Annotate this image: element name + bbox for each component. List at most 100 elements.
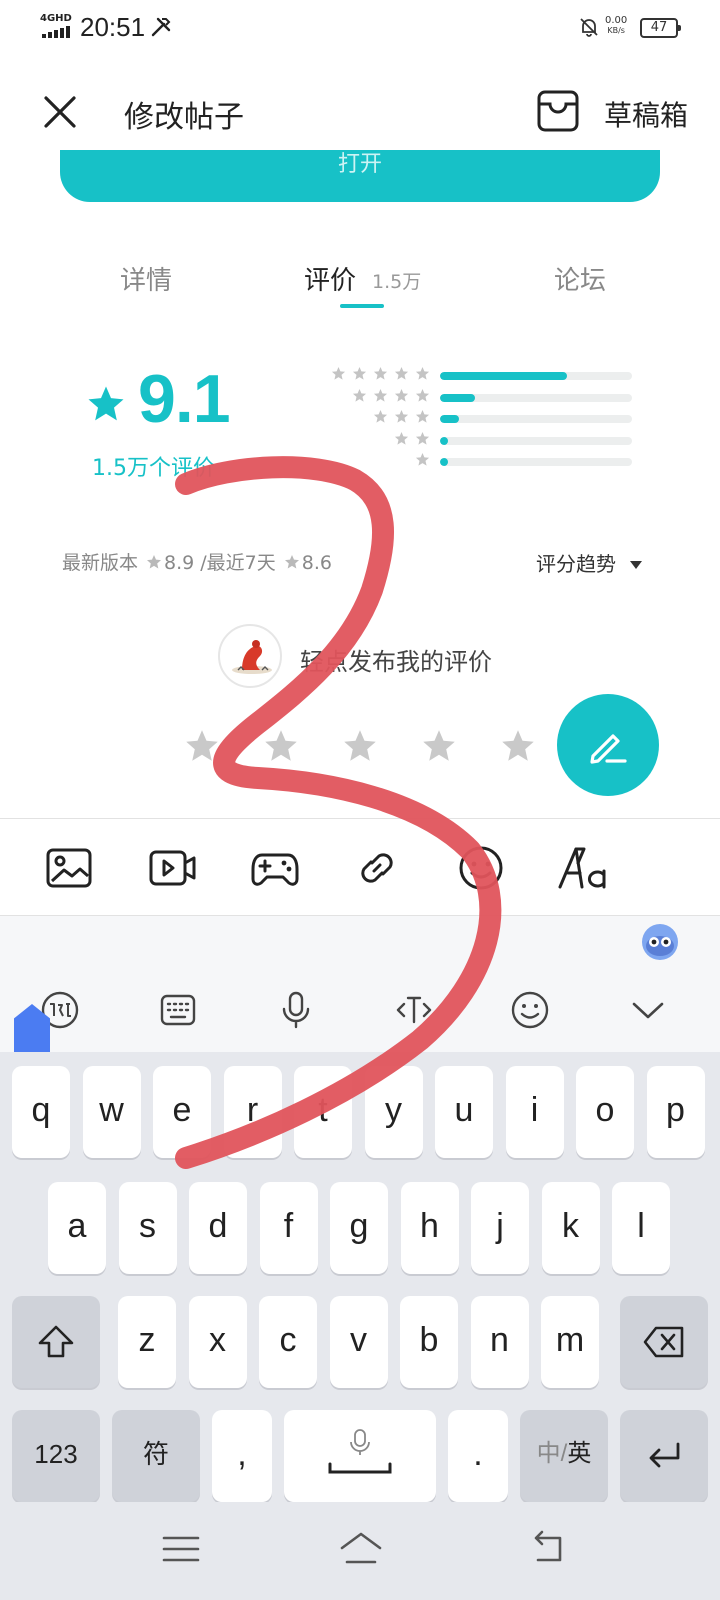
comma-key[interactable]: , — [212, 1410, 272, 1502]
space-key[interactable] — [284, 1410, 436, 1502]
keyboard-icon[interactable] — [158, 990, 198, 1030]
rate-star-5[interactable] — [500, 728, 536, 764]
app-header: 修改帖子 草稿箱 — [0, 72, 720, 152]
key-h[interactable]: h — [400, 1182, 459, 1274]
rate-star-3[interactable] — [342, 728, 378, 764]
rating-star-icon — [88, 386, 124, 421]
distribution-bar-fill — [440, 458, 448, 466]
key-v[interactable]: v — [329, 1296, 388, 1388]
key-j[interactable]: j — [471, 1182, 529, 1274]
image-icon[interactable] — [44, 843, 94, 893]
ime-mascot-icon[interactable] — [642, 924, 678, 960]
key-t[interactable]: t — [294, 1066, 352, 1158]
key-u[interactable]: u — [435, 1066, 493, 1158]
distribution-row-5 — [300, 366, 640, 386]
star-icon — [147, 555, 162, 569]
tab-forum[interactable]: 论坛 — [554, 260, 606, 297]
rating-trend-dropdown[interactable]: 评分趋势 — [536, 548, 642, 577]
key-e[interactable]: e — [153, 1066, 211, 1158]
back-icon[interactable] — [526, 1526, 572, 1572]
star-icon — [415, 409, 430, 423]
open-app-button[interactable]: 打开 — [60, 150, 660, 202]
rating-count: 1.5万个评价 — [92, 456, 215, 481]
distribution-bar-fill — [440, 372, 567, 380]
recent-score: 8.6 — [301, 552, 332, 574]
lang-cn-label: 中/ — [536, 1440, 568, 1467]
menu-icon[interactable] — [158, 1526, 204, 1572]
distribution-stars — [331, 366, 430, 384]
rate-star-4[interactable] — [421, 728, 457, 764]
key-d[interactable]: d — [189, 1182, 247, 1274]
key-l[interactable]: l — [612, 1182, 670, 1274]
avatar — [218, 624, 282, 688]
key-i[interactable]: i — [505, 1066, 564, 1158]
key-c[interactable]: c — [259, 1296, 317, 1388]
distribution-stars — [373, 409, 430, 427]
key-g[interactable]: g — [330, 1182, 388, 1274]
key-w[interactable]: w — [82, 1066, 141, 1158]
page-title: 修改帖子 — [124, 100, 244, 135]
distribution-bar-fill — [440, 436, 448, 445]
key-a[interactable]: a — [48, 1182, 106, 1274]
enter-key[interactable] — [620, 1410, 708, 1502]
shift-key[interactable] — [12, 1296, 100, 1388]
period-key[interactable]: . — [448, 1410, 508, 1502]
tab-bar: 详情 评价 1.5万 论坛 — [0, 250, 720, 320]
key-s[interactable]: s — [118, 1182, 177, 1274]
emoji-icon[interactable] — [510, 990, 550, 1030]
symbols-key[interactable]: 符 — [112, 1410, 200, 1502]
key-x[interactable]: x — [188, 1296, 247, 1388]
link-icon[interactable] — [352, 843, 402, 893]
drafts-label: 草稿箱 — [604, 99, 689, 132]
key-f[interactable]: f — [259, 1182, 318, 1274]
key-p[interactable]: p — [646, 1066, 705, 1158]
distribution-bar-fill — [440, 393, 475, 402]
latest-version-score: 8.9 — [164, 552, 195, 574]
star-icon — [373, 409, 388, 423]
star-icon — [394, 388, 409, 402]
key-r[interactable]: r — [223, 1066, 282, 1158]
key-k[interactable]: k — [541, 1182, 600, 1274]
text-cursor-icon[interactable] — [394, 990, 434, 1030]
distribution-row-2 — [300, 431, 640, 451]
clock: 20:51 — [80, 12, 146, 42]
pen-icon — [590, 734, 627, 764]
key-n[interactable]: n — [470, 1296, 529, 1388]
home-icon[interactable] — [338, 1526, 384, 1572]
close-icon[interactable] — [38, 90, 82, 134]
key-o[interactable]: o — [576, 1066, 634, 1158]
drafts-button[interactable]: 草稿箱 — [536, 88, 696, 138]
system-nav-bar — [0, 1502, 720, 1600]
key-z[interactable]: z — [118, 1296, 176, 1388]
rate-star-2[interactable] — [263, 728, 299, 764]
numbers-key[interactable]: 123 — [12, 1410, 100, 1502]
tab-reviews[interactable]: 评价 — [304, 260, 356, 297]
key-b[interactable]: b — [400, 1296, 458, 1388]
star-icon — [352, 388, 367, 402]
chevron-down-icon[interactable] — [628, 990, 668, 1030]
star-icon — [415, 366, 430, 380]
key-m[interactable]: m — [541, 1296, 599, 1388]
emoji-icon[interactable] — [456, 843, 506, 893]
speed-unit: KB/s — [607, 26, 625, 35]
video-icon[interactable] — [148, 843, 198, 893]
microphone-icon[interactable] — [276, 990, 316, 1030]
language-switch-key[interactable]: 中/英 — [520, 1410, 608, 1502]
speed-value: 0.00 — [605, 15, 628, 26]
backspace-key[interactable] — [620, 1296, 708, 1388]
tab-detail[interactable]: 详情 — [120, 260, 172, 297]
key-q[interactable]: q — [12, 1066, 70, 1158]
ime-toolbar — [0, 916, 720, 1052]
network-speed: 0.00 KB/s — [605, 16, 627, 36]
key-y[interactable]: y — [364, 1066, 423, 1158]
recent-label: /最近7天 — [200, 552, 276, 574]
signal-icon — [42, 26, 70, 38]
game-icon[interactable] — [250, 843, 300, 893]
rate-star-1[interactable] — [184, 728, 220, 764]
write-post-fab[interactable] — [557, 694, 659, 796]
star-icon — [284, 555, 299, 569]
star-icon — [394, 431, 409, 445]
star-icon — [394, 409, 409, 423]
text-style-icon[interactable] — [556, 843, 610, 893]
write-review-prompt[interactable]: 轻点发布我的评价 — [300, 642, 492, 677]
